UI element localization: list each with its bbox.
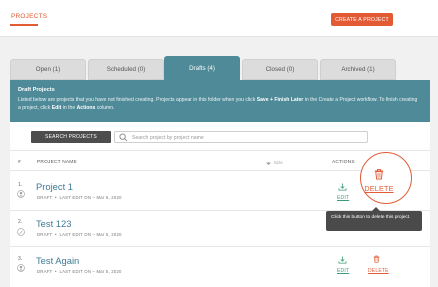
download-icon[interactable] <box>338 183 347 191</box>
person-icon <box>17 190 25 198</box>
trash-icon[interactable] <box>372 255 381 263</box>
project-status: DRAFT <box>37 195 53 200</box>
delete-highlight-circle <box>360 152 412 204</box>
info-text-bold: Actions <box>76 105 96 111</box>
drafts-info-panel: Draft Projects Listed below are projects… <box>10 80 430 122</box>
person-icon <box>17 264 25 272</box>
project-meta: DRAFT • LAST EDIT ON – Mar 6, 2020 <box>37 195 122 200</box>
col-header-actions: ACTIONS <box>332 160 355 165</box>
tab-drafts[interactable]: Drafts (4) <box>164 56 240 80</box>
info-text-bold: Save + Finish Later <box>256 97 304 103</box>
search-field[interactable] <box>114 131 368 143</box>
delete-tooltip: Click this button to delete this project… <box>326 211 422 231</box>
edit-link[interactable]: EDIT <box>337 268 349 274</box>
col-header-num: # <box>18 160 21 165</box>
create-project-button[interactable]: CREATE A PROJECT <box>331 13 393 26</box>
nav-projects-link[interactable]: PROJECTS <box>11 13 47 20</box>
delete-link[interactable]: DELETE <box>368 268 389 274</box>
info-text-part: Listed below are projects that you have … <box>18 97 257 103</box>
divider <box>10 246 430 247</box>
project-tabs: Open (1) Scheduled (0) Drafts (4) Closed… <box>10 56 430 80</box>
row-number: 3. <box>18 256 23 262</box>
info-text-part: in the <box>61 105 77 111</box>
project-status: DRAFT <box>37 269 53 274</box>
project-status: DRAFT <box>37 232 53 237</box>
search-projects-button[interactable]: SEARCH PROJECTS <box>31 131 111 143</box>
drafts-table-area: SEARCH PROJECTS # PROJECT NAME Size ACTI… <box>10 122 430 287</box>
search-icon <box>119 133 128 142</box>
edit-link[interactable]: EDIT <box>337 195 349 201</box>
project-last-edit: LAST EDIT ON – Mar 5, 2020 <box>59 269 122 274</box>
download-icon[interactable] <box>338 256 347 264</box>
info-text: Listed below are projects that you have … <box>18 96 418 112</box>
top-bar: PROJECTS CREATE A PROJECT <box>0 0 438 37</box>
sort-icon[interactable] <box>266 160 271 165</box>
project-last-edit: LAST EDIT ON – Mar 6, 2020 <box>59 195 122 200</box>
project-last-edit: LAST EDIT ON – Mar 5, 2020 <box>59 232 122 237</box>
col-header-name[interactable]: PROJECT NAME <box>37 160 77 165</box>
project-name-link[interactable]: Test Again <box>36 255 79 266</box>
tab-archived[interactable]: Archived (1) <box>320 59 396 80</box>
row-number: 1. <box>18 182 23 188</box>
search-input[interactable] <box>132 133 362 142</box>
delete-link[interactable]: DELETE <box>364 184 394 193</box>
info-text-bold: Edit <box>51 105 62 111</box>
pencil-icon <box>17 228 25 236</box>
info-text-part: column. <box>95 105 115 111</box>
project-name-link[interactable]: Test 123 <box>36 218 71 229</box>
tab-open[interactable]: Open (1) <box>10 59 86 80</box>
project-meta: DRAFT • LAST EDIT ON – Mar 5, 2020 <box>37 232 122 237</box>
project-name-link[interactable]: Project 1 <box>36 181 73 192</box>
col-header-size[interactable]: Size <box>274 160 283 165</box>
info-title: Draft Projects <box>18 87 55 93</box>
tab-scheduled[interactable]: Scheduled (0) <box>88 59 164 80</box>
project-meta: DRAFT • LAST EDIT ON – Mar 5, 2020 <box>37 269 122 274</box>
nav-active-indicator <box>10 24 38 26</box>
row-number: 2. <box>18 219 23 225</box>
trash-icon[interactable] <box>373 168 385 180</box>
tab-closed[interactable]: Closed (0) <box>242 59 318 80</box>
divider <box>10 150 430 151</box>
